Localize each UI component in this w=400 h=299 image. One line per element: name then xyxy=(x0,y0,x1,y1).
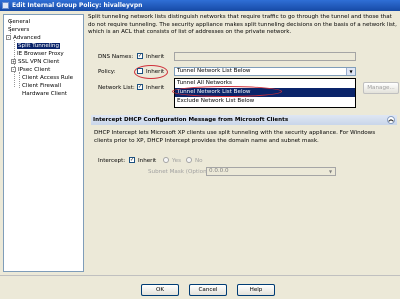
subnet-mask-value: 0.0.0.0 xyxy=(209,168,229,174)
intercept-inherit-checkbox[interactable]: ✓ xyxy=(129,157,135,163)
collapse-icon[interactable]: - xyxy=(11,67,16,72)
tree-line xyxy=(19,72,20,88)
intercept-yes-radio[interactable] xyxy=(163,157,169,163)
policy-label: Policy: xyxy=(98,69,116,75)
help-button[interactable]: Help xyxy=(237,284,275,296)
intercept-label: Intercept: xyxy=(98,158,126,164)
ok-button[interactable]: OK xyxy=(141,284,179,296)
tree-item-ipsec-client[interactable]: - IPsec Client xyxy=(11,66,50,74)
tree-item-label: Split Tunneling xyxy=(17,43,61,49)
intercept-no-radio[interactable] xyxy=(186,157,192,163)
policy-inherit-label: Inherit xyxy=(146,69,165,75)
tree-item-servers[interactable]: Servers xyxy=(8,26,29,34)
split-tunneling-panel: Split tunneling network lists distinguis… xyxy=(88,14,400,272)
tree-item-ie-browser-proxy[interactable]: IE Browser Proxy xyxy=(17,50,64,58)
policy-select[interactable]: Tunnel Network List Below ▼ xyxy=(174,67,356,76)
tree-item-split-tunneling[interactable]: Split Tunneling xyxy=(17,42,61,50)
navigation-tree: General Servers - Advanced Split Tunnelin… xyxy=(3,14,84,272)
network-list-label: Network List: xyxy=(98,85,135,91)
intercept-yes-label: Yes xyxy=(172,158,182,164)
tree-item-label: IE Browser Proxy xyxy=(17,51,64,57)
chevron-down-icon[interactable]: ▼ xyxy=(346,68,355,75)
cancel-button[interactable]: Cancel xyxy=(189,284,227,296)
highlight-circle xyxy=(172,86,282,97)
tree-item-client-firewall[interactable]: Client Firewall xyxy=(22,82,61,90)
chevron-down-icon[interactable]: ▼ xyxy=(326,168,335,175)
tree-item-label: General xyxy=(8,19,31,25)
tree-item-label: Client Access Rule xyxy=(22,75,74,81)
manage-button[interactable]: Manage... xyxy=(363,82,399,94)
intercept-no-label: No xyxy=(195,158,203,164)
dns-names-inherit-label: Inherit xyxy=(146,54,165,60)
network-list-inherit-checkbox[interactable]: ✓ xyxy=(137,84,143,90)
tree-item-label: SSL VPN Client xyxy=(18,59,60,65)
tree-item-label: Client Firewall xyxy=(22,83,62,89)
tree-item-hardware-client[interactable]: Hardware Client xyxy=(22,90,67,98)
subnet-mask-select[interactable]: 0.0.0.0 ▼ xyxy=(206,167,336,176)
tree-item-advanced[interactable]: - Advanced xyxy=(6,34,41,42)
dns-names-inherit-checkbox[interactable]: ✓ xyxy=(137,53,143,59)
collapse-icon[interactable]: - xyxy=(6,35,11,40)
intercept-inherit-label: Inherit xyxy=(138,158,157,164)
window-title-bar: Edit Internal Group Policy: hivalleyvpn xyxy=(0,0,400,11)
tree-item-label: Hardware Client xyxy=(22,91,67,97)
dhcp-section-title: Intercept DHCP Configuration Message fro… xyxy=(93,117,289,123)
window-title: Edit Internal Group Policy: hivalleyvpn xyxy=(12,2,143,9)
tree-item-client-access-rule[interactable]: Client Access Rule xyxy=(22,74,73,82)
policy-option[interactable]: Exclude Network List Below xyxy=(175,97,355,106)
dhcp-description: DHCP Intercept lets Microsoft XP clients… xyxy=(94,130,376,144)
dhcp-section-header[interactable]: Intercept DHCP Configuration Message fro… xyxy=(91,115,397,125)
dialog-button-bar: OK Cancel Help xyxy=(0,275,400,299)
dns-names-label: DNS Names: xyxy=(98,54,134,60)
dns-names-field[interactable] xyxy=(174,52,356,61)
tree-item-general[interactable]: General xyxy=(8,18,30,26)
tree-item-ssl-vpn-client[interactable]: + SSL VPN Client xyxy=(11,58,59,66)
collapse-section-icon[interactable]: ︽ xyxy=(387,116,395,124)
network-list-inherit-label: Inherit xyxy=(146,85,165,91)
policy-inherit-checkbox[interactable] xyxy=(137,68,143,74)
expand-icon[interactable]: + xyxy=(11,59,16,64)
tree-item-label: Servers xyxy=(8,27,30,33)
split-tunneling-description: Split tunneling network lists distinguis… xyxy=(88,14,397,35)
tree-item-label: Advanced xyxy=(13,35,41,41)
window-icon xyxy=(2,2,9,9)
policy-select-value: Tunnel Network List Below xyxy=(177,68,251,74)
tree-item-label: IPsec Client xyxy=(18,67,51,73)
